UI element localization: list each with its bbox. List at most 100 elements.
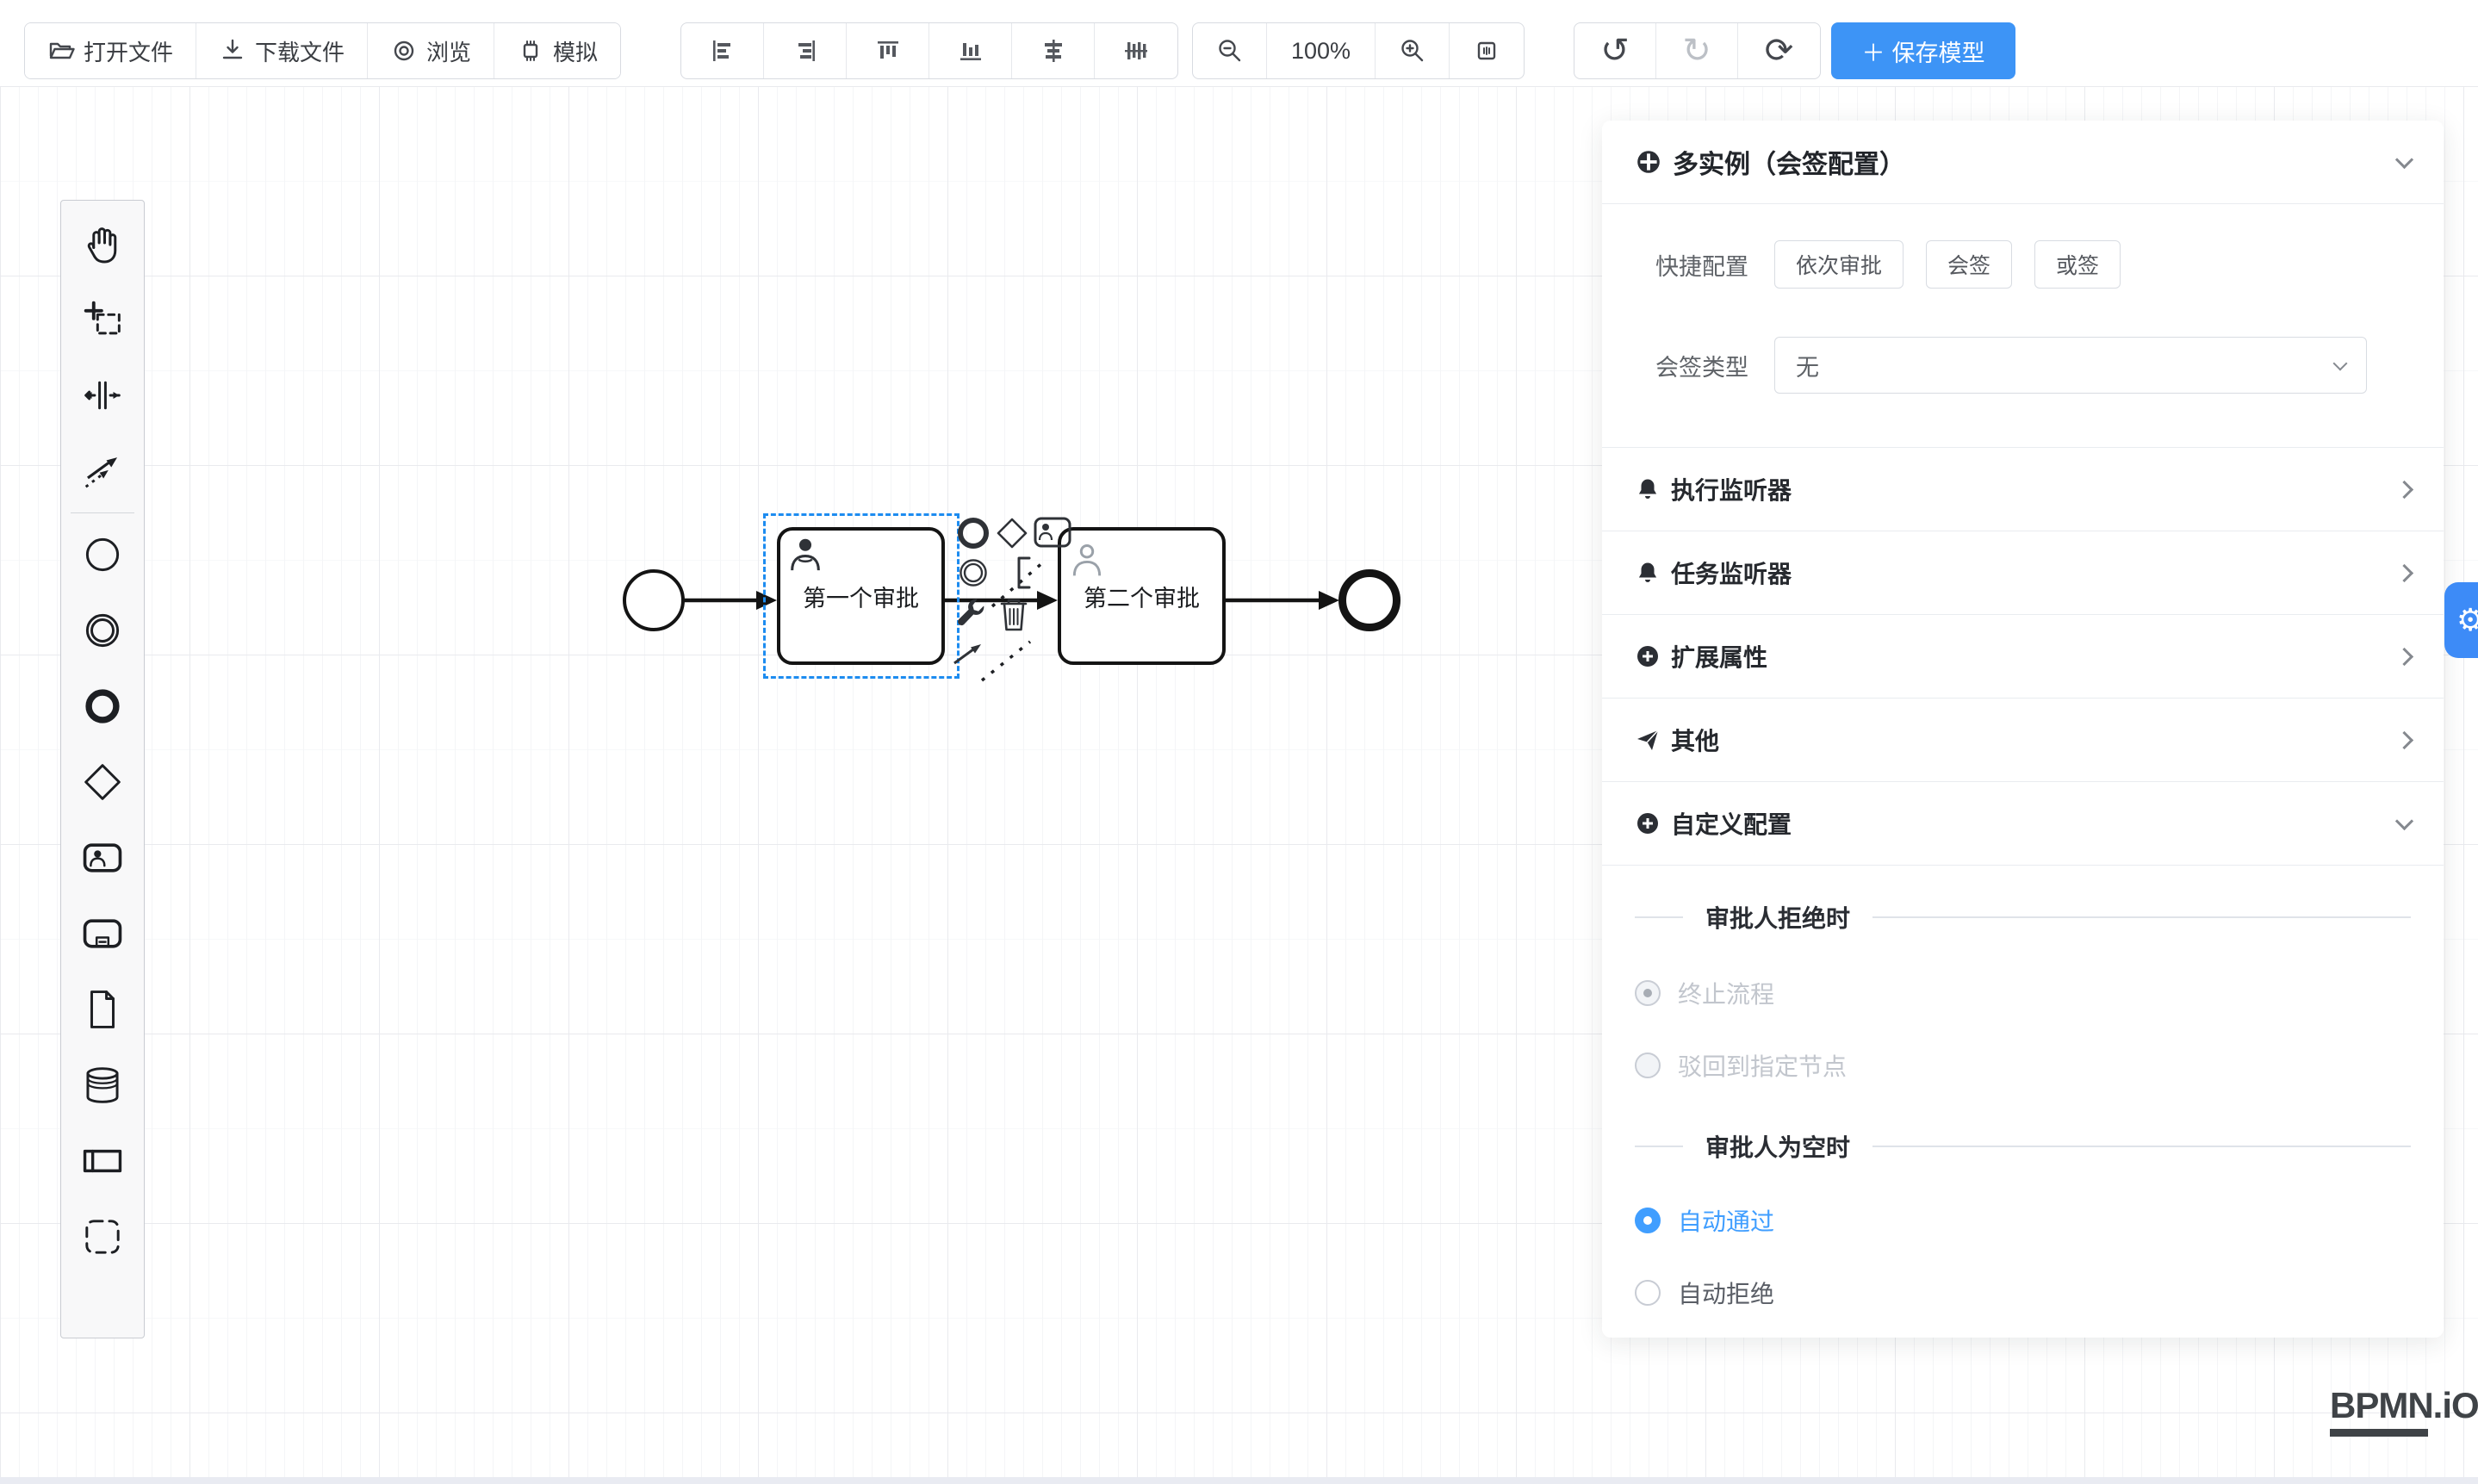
- radio-terminate-process[interactable]: 终止流程: [1635, 976, 2411, 1010]
- chip-icon: [517, 37, 544, 65]
- bell-icon: [1635, 560, 1661, 586]
- folder-open-icon: [47, 37, 75, 65]
- create-data-store[interactable]: [60, 1047, 145, 1123]
- save-model-label: 保存模型: [1892, 34, 1985, 68]
- sign-type-select[interactable]: 无: [1774, 337, 2367, 394]
- zoom-in-button[interactable]: [1376, 23, 1450, 78]
- settings-toggle-tab[interactable]: ⚙: [2444, 582, 2478, 658]
- radio-auto-pass[interactable]: 自动通过: [1635, 1203, 2411, 1238]
- connect-icon: [81, 450, 124, 493]
- undo-icon: ↺: [1600, 31, 1630, 71]
- reset-icon: ⟳: [1765, 31, 1794, 71]
- create-user-task[interactable]: [60, 820, 145, 896]
- fit-viewport-button[interactable]: [1450, 23, 1524, 78]
- quick-option-label: 会签: [1947, 249, 1990, 280]
- end-event-node[interactable]: [1338, 569, 1400, 631]
- quick-option-label: 或签: [2056, 249, 2099, 280]
- user-task-icon: [80, 836, 125, 879]
- append-gateway-button[interactable]: [993, 514, 1031, 552]
- create-end-event[interactable]: [60, 668, 145, 744]
- open-file-button[interactable]: 打开文件: [25, 23, 196, 78]
- chevron-right-icon: [2395, 563, 2413, 581]
- plus-icon: ＋: [1862, 34, 1885, 68]
- bottom-scroll-strip: [0, 1477, 2478, 1484]
- create-gateway[interactable]: [60, 744, 145, 820]
- radio-label: 终止流程: [1678, 976, 1774, 1010]
- undo-button[interactable]: ↺: [1574, 23, 1656, 78]
- radio-label: 驳回到指定节点: [1678, 1048, 1847, 1083]
- start-event-node[interactable]: [623, 569, 685, 631]
- section-other[interactable]: 其他: [1602, 699, 2444, 782]
- create-data-object[interactable]: [60, 972, 145, 1047]
- zoom-button-group: 100%: [1192, 22, 1525, 79]
- group-title-text: 审批人拒绝时: [1705, 900, 1850, 934]
- lasso-tool[interactable]: [60, 282, 145, 357]
- open-file-label: 打开文件: [84, 35, 173, 67]
- data-store-icon: [81, 1064, 124, 1107]
- hand-tool[interactable]: [60, 206, 145, 282]
- append-end-event-button[interactable]: [954, 514, 992, 552]
- reset-button[interactable]: ⟳: [1738, 23, 1820, 78]
- create-intermediate-event[interactable]: [60, 593, 145, 668]
- space-tool[interactable]: [60, 357, 145, 433]
- create-participant[interactable]: [60, 1123, 145, 1199]
- end-event-icon: [81, 685, 124, 728]
- quick-config-label: 快捷配置: [1635, 248, 1748, 282]
- bell-icon: [1635, 476, 1661, 502]
- redo-icon: ↻: [1682, 31, 1711, 71]
- panel-sections: 执行监听器 任务监听器 扩展属性: [1602, 447, 2444, 866]
- lasso-icon: [81, 298, 124, 341]
- chevron-down-icon[interactable]: [2395, 150, 2413, 168]
- redo-button[interactable]: ↻: [1656, 23, 1738, 78]
- align-left-button[interactable]: [681, 23, 764, 78]
- distribute-button[interactable]: [1095, 23, 1177, 78]
- save-model-button[interactable]: ＋ 保存模型: [1831, 22, 2015, 79]
- sign-type-value: 无: [1796, 349, 1819, 382]
- simulate-button[interactable]: 模拟: [494, 23, 620, 78]
- zoom-level-display: 100%: [1267, 23, 1376, 78]
- align-right-button[interactable]: [764, 23, 847, 78]
- section-task-listener[interactable]: 任务监听器: [1602, 531, 2444, 615]
- zoom-out-button[interactable]: [1193, 23, 1267, 78]
- create-group[interactable]: [60, 1199, 145, 1275]
- global-connect-tool[interactable]: [60, 433, 145, 509]
- append-intermediate-event-button[interactable]: [956, 556, 991, 590]
- radio-auto-reject[interactable]: 自动拒绝: [1635, 1276, 2411, 1310]
- panel-header[interactable]: 多实例（会签配置）: [1602, 121, 2444, 204]
- quick-option-sequential[interactable]: 依次审批: [1774, 240, 1904, 289]
- chevron-right-icon: [2395, 647, 2413, 665]
- history-button-group: ↺ ↻ ⟳: [1574, 22, 1821, 79]
- properties-panel: 多实例（会签配置） 快捷配置 依次审批 会签 或签 会签类型 无: [1602, 121, 2444, 1338]
- create-sub-process[interactable]: [60, 896, 145, 972]
- align-top-button[interactable]: [847, 23, 929, 78]
- trash-delete-button[interactable]: [999, 597, 1028, 633]
- align-bottom-button[interactable]: [929, 23, 1012, 78]
- send-icon: [1635, 727, 1661, 753]
- chevron-right-icon: [2395, 480, 2413, 498]
- connect-tool-button[interactable]: [950, 637, 988, 675]
- panel-title: 多实例（会签配置）: [1673, 143, 1905, 181]
- download-file-button[interactable]: 下载文件: [196, 23, 368, 78]
- quick-option-orsign[interactable]: 或签: [2034, 240, 2121, 289]
- quick-option-countersign[interactable]: 会签: [1926, 240, 2012, 289]
- preview-label: 浏览: [426, 35, 471, 67]
- section-execution-listener[interactable]: 执行监听器: [1602, 448, 2444, 531]
- sub-process-icon: [80, 912, 125, 955]
- align-bottom-icon: [956, 36, 985, 65]
- file-button-group: 打开文件 下载文件 浏览 模拟: [24, 22, 621, 79]
- append-text-annotation-button[interactable]: [1015, 556, 1033, 590]
- section-custom-config[interactable]: 自定义配置: [1602, 782, 2444, 866]
- preview-button[interactable]: 浏览: [368, 23, 494, 78]
- align-top-icon: [873, 36, 903, 65]
- radio-label: 自动通过: [1678, 1203, 1774, 1238]
- section-label: 其他: [1671, 723, 1719, 757]
- create-start-event[interactable]: [60, 517, 145, 593]
- append-user-task-button[interactable]: [1033, 516, 1072, 549]
- element-palette: [60, 200, 145, 1338]
- simulate-label: 模拟: [553, 35, 598, 67]
- wrench-settings-button[interactable]: [952, 595, 988, 631]
- section-label: 任务监听器: [1671, 556, 1792, 590]
- radio-return-to-node[interactable]: 驳回到指定节点: [1635, 1048, 2411, 1083]
- align-center-button[interactable]: [1012, 23, 1095, 78]
- section-extension-properties[interactable]: 扩展属性: [1602, 615, 2444, 699]
